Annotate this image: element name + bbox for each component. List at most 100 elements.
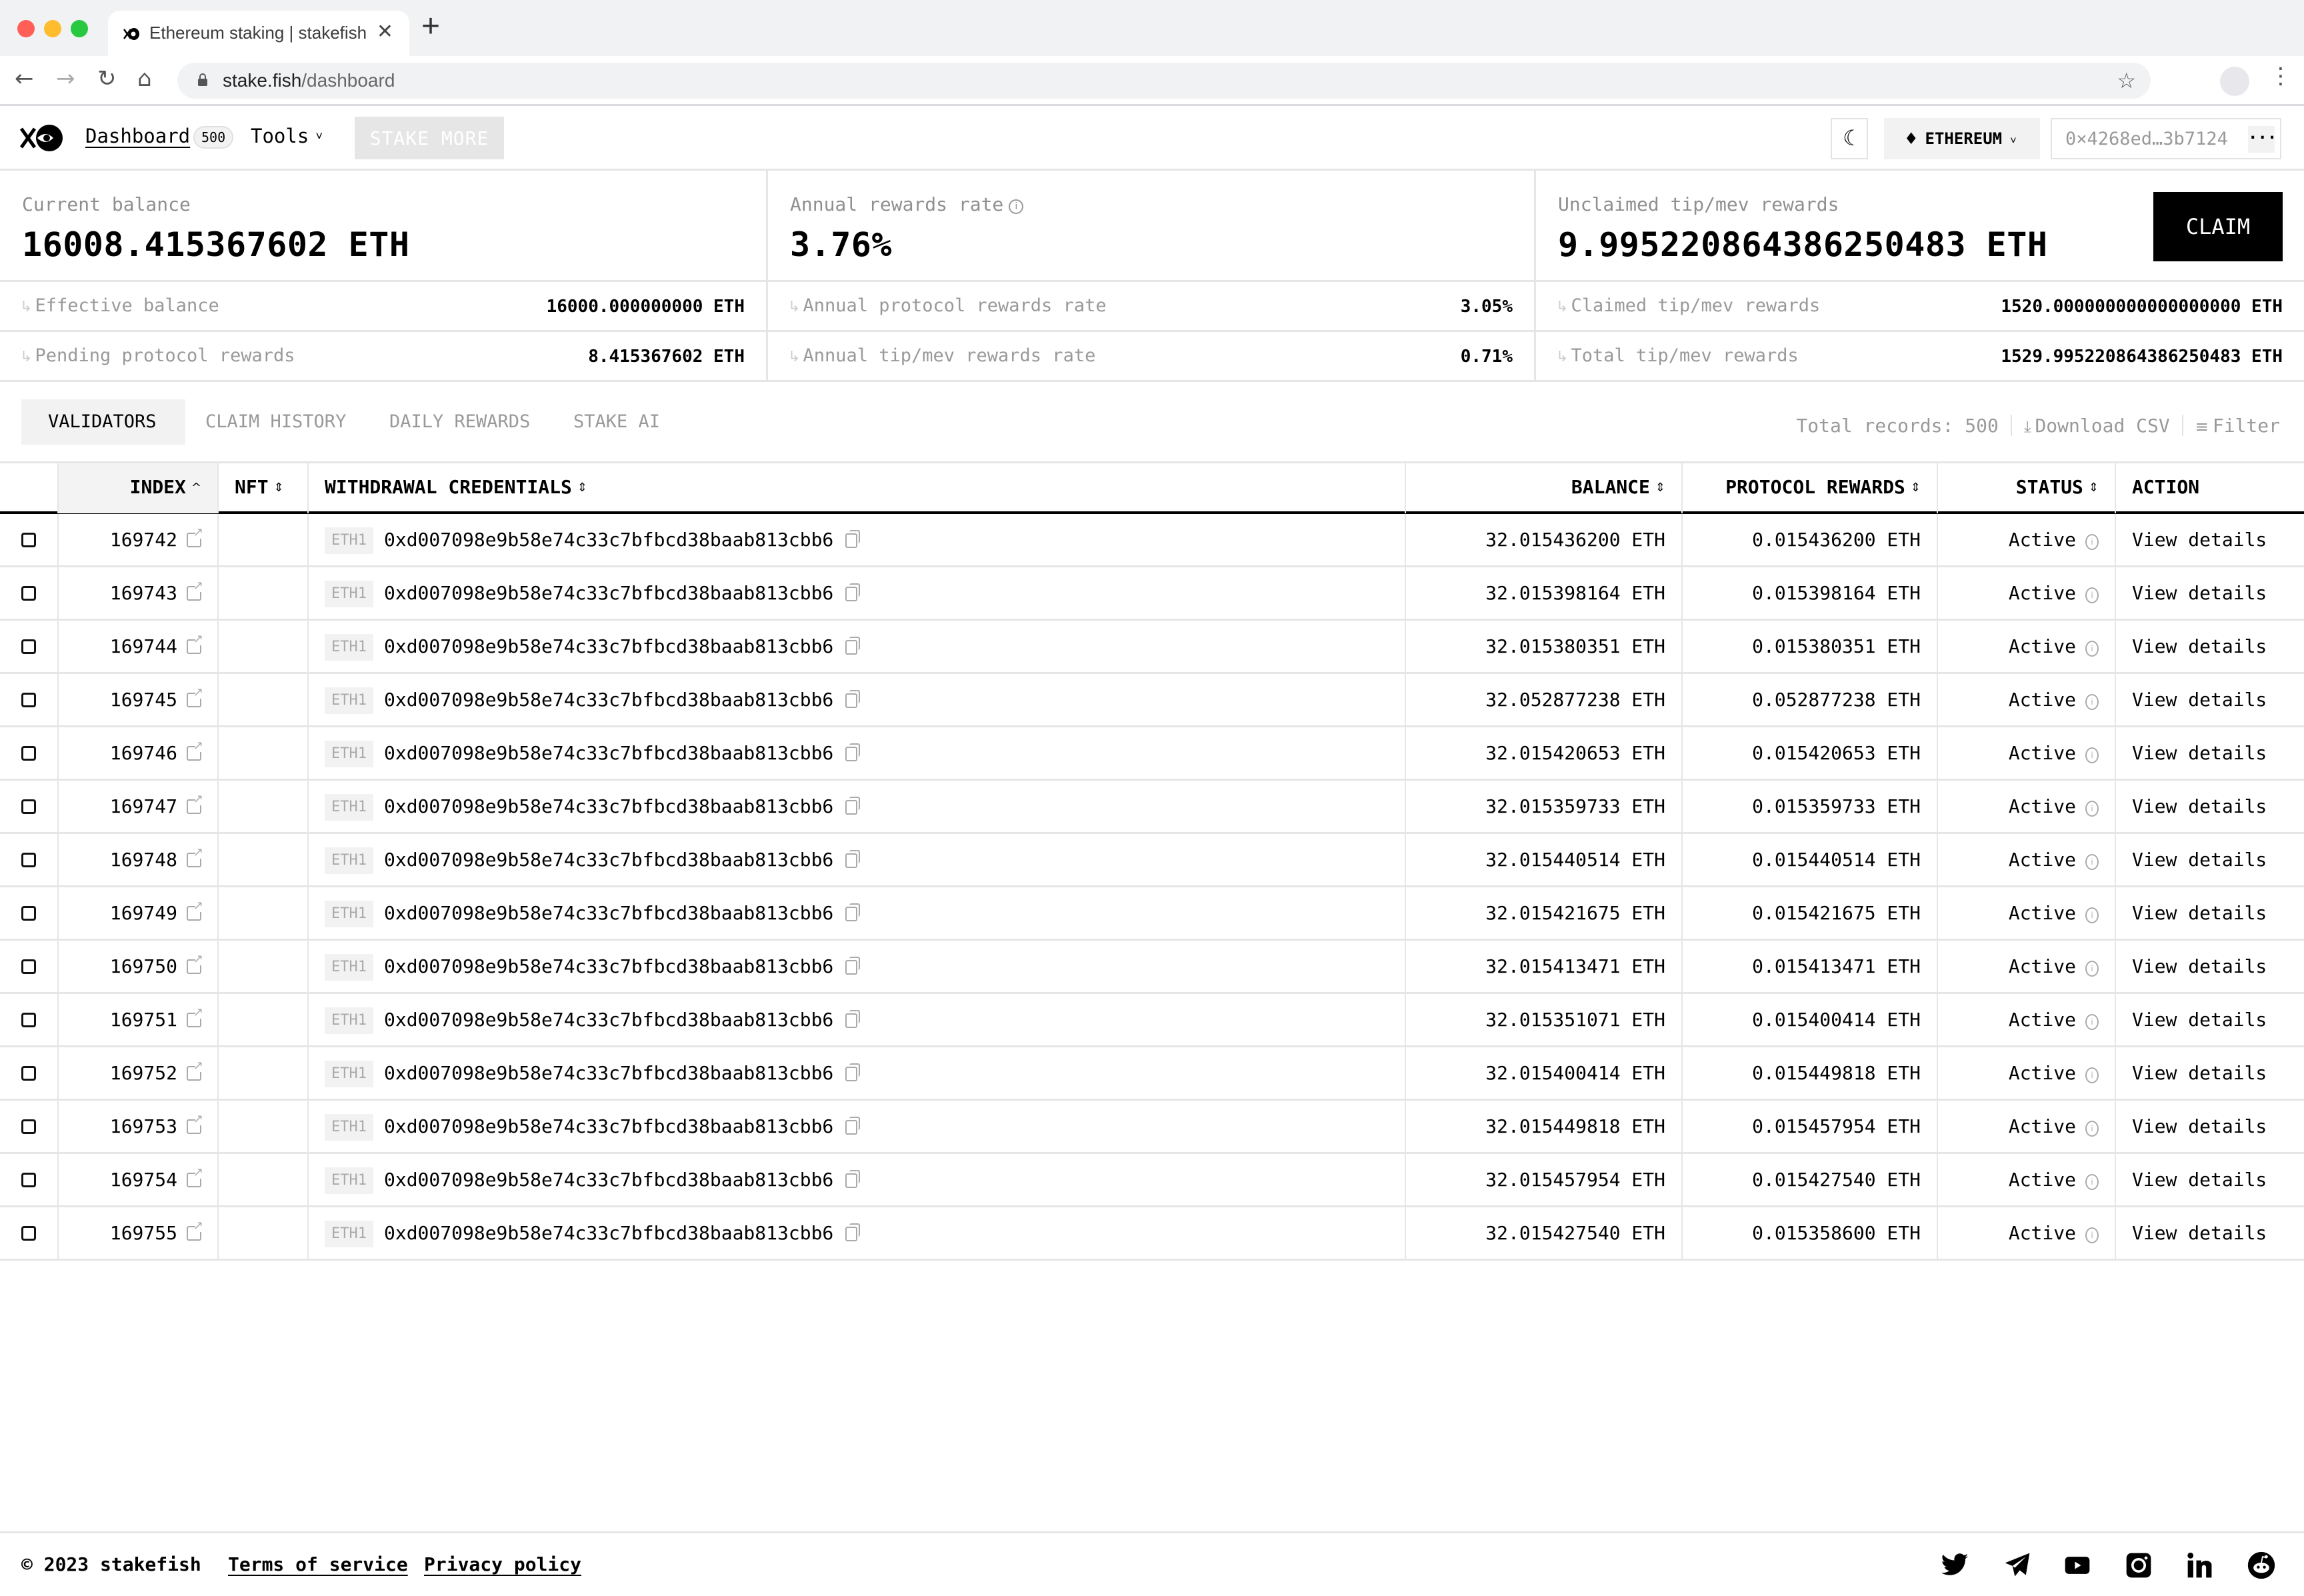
tab-claim-history[interactable]: CLAIM HISTORY (205, 399, 346, 445)
youtube-icon[interactable] (2063, 1551, 2092, 1580)
row-checkbox[interactable] (21, 693, 36, 707)
external-link-icon[interactable] (187, 739, 203, 761)
close-window-button[interactable] (17, 20, 35, 37)
telegram-icon[interactable] (2003, 1551, 2032, 1580)
column-header-balance[interactable]: BALANCE ⇕ (1406, 463, 1683, 513)
copy-icon[interactable] (845, 690, 861, 708)
view-details-link[interactable]: View details (2116, 1169, 2267, 1191)
instagram-icon[interactable] (2124, 1551, 2153, 1580)
column-header-protocol-rewards[interactable]: PROTOCOL REWARDS ⇕ (1683, 463, 1938, 513)
table-row[interactable]: 169749 ETH1 0xd007098e9b58e74c33c7bfbcd38b… (0, 887, 2304, 941)
row-checkbox[interactable] (21, 906, 36, 921)
bookmark-star-icon[interactable]: ☆ (2117, 68, 2136, 93)
info-icon[interactable]: i (2085, 1014, 2099, 1030)
info-icon[interactable]: i (2085, 1227, 2099, 1243)
maximize-window-button[interactable] (71, 20, 88, 37)
row-checkbox[interactable] (21, 799, 36, 814)
view-details-link[interactable]: View details (2116, 529, 2267, 551)
external-link-icon[interactable] (187, 1059, 203, 1081)
info-icon[interactable]: i (2085, 534, 2099, 550)
claim-button[interactable]: CLAIM (2153, 192, 2283, 261)
info-icon[interactable]: i (2085, 907, 2099, 923)
browser-menu-icon[interactable]: ⋮ (2269, 63, 2292, 89)
view-details-link[interactable]: View details (2116, 1009, 2267, 1031)
table-row[interactable]: 169748 ETH1 0xd007098e9b58e74c33c7bfbcd38b… (0, 834, 2304, 887)
info-icon[interactable]: i (2085, 587, 2099, 603)
dark-mode-toggle[interactable]: ☾ (1831, 118, 1868, 159)
row-checkbox[interactable] (21, 746, 36, 761)
external-link-icon[interactable] (187, 1166, 203, 1187)
row-checkbox[interactable] (21, 1226, 36, 1241)
copy-icon[interactable] (845, 1010, 861, 1028)
view-details-link[interactable]: View details (2116, 582, 2267, 604)
view-details-link[interactable]: View details (2116, 635, 2267, 657)
info-icon[interactable]: i (2085, 854, 2099, 870)
copy-icon[interactable] (845, 583, 861, 601)
info-icon[interactable]: i (2085, 1174, 2099, 1190)
external-link-icon[interactable] (187, 1006, 203, 1027)
row-checkbox[interactable] (21, 959, 36, 974)
copy-icon[interactable] (845, 1170, 861, 1188)
more-options-icon[interactable]: ··· (2248, 126, 2277, 153)
nav-tools-dropdown[interactable]: Tools ˅ (251, 125, 323, 147)
copy-icon[interactable] (845, 1223, 861, 1241)
reload-icon[interactable]: ↻ (97, 65, 117, 92)
view-details-link[interactable]: View details (2116, 1115, 2267, 1137)
row-checkbox[interactable] (21, 1066, 36, 1081)
external-link-icon[interactable] (187, 846, 203, 867)
table-row[interactable]: 169754 ETH1 0xd007098e9b58e74c33c7bfbcd38b… (0, 1154, 2304, 1207)
copy-icon[interactable] (845, 1117, 861, 1135)
row-checkbox[interactable] (21, 1173, 36, 1187)
table-row[interactable]: 169752 ETH1 0xd007098e9b58e74c33c7bfbcd38b… (0, 1047, 2304, 1101)
copy-icon[interactable] (845, 637, 861, 655)
external-link-icon[interactable] (187, 526, 203, 547)
row-checkbox[interactable] (21, 853, 36, 867)
copy-icon[interactable] (845, 743, 861, 761)
info-icon[interactable]: i (1009, 199, 1024, 214)
column-header-status[interactable]: STATUS ⇕ (1938, 463, 2116, 513)
view-details-link[interactable]: View details (2116, 902, 2267, 924)
table-row[interactable]: 169742 ETH1 0xd007098e9b58e74c33c7bfbcd38b… (0, 514, 2304, 567)
browser-tab[interactable]: Ethereum staking | stakefish ✕ (108, 11, 409, 57)
url-input[interactable]: stake.fish/dashboard ☆ (177, 63, 2151, 99)
row-checkbox[interactable] (21, 1013, 36, 1027)
view-details-link[interactable]: View details (2116, 1062, 2267, 1084)
info-icon[interactable]: i (2085, 747, 2099, 763)
external-link-icon[interactable] (187, 633, 203, 654)
view-details-link[interactable]: View details (2116, 742, 2267, 764)
info-icon[interactable]: i (2085, 1121, 2099, 1137)
table-row[interactable]: 169753 ETH1 0xd007098e9b58e74c33c7bfbcd38b… (0, 1101, 2304, 1154)
column-header-nft[interactable]: NFT ⇕ (219, 463, 309, 513)
view-details-link[interactable]: View details (2116, 795, 2267, 817)
external-link-icon[interactable] (187, 579, 203, 601)
external-link-icon[interactable] (187, 953, 203, 974)
view-details-link[interactable]: View details (2116, 689, 2267, 711)
external-link-icon[interactable] (187, 899, 203, 921)
info-icon[interactable]: i (2085, 694, 2099, 710)
view-details-link[interactable]: View details (2116, 1222, 2267, 1244)
column-header-credentials[interactable]: WITHDRAWAL CREDENTIALS ⇕ (309, 463, 1406, 513)
row-checkbox[interactable] (21, 639, 36, 654)
nav-dashboard-link[interactable]: Dashboard (85, 125, 190, 147)
column-header-index[interactable]: INDEX ^ (59, 463, 219, 513)
copy-icon[interactable] (845, 903, 861, 921)
table-row[interactable]: 169750 ETH1 0xd007098e9b58e74c33c7bfbcd38b… (0, 941, 2304, 994)
network-selector[interactable]: ♦ ETHEREUM ˅ (1884, 118, 2040, 159)
download-csv-button[interactable]: ⤓ Download CSV (2024, 415, 2170, 437)
copy-icon[interactable] (845, 850, 861, 868)
copy-icon[interactable] (845, 797, 861, 815)
forward-icon[interactable]: → (56, 65, 75, 92)
tab-validators[interactable]: VALIDATORS (21, 399, 185, 445)
copy-icon[interactable] (845, 957, 861, 975)
privacy-policy-link[interactable]: Privacy policy (424, 1553, 581, 1575)
table-row[interactable]: 169744 ETH1 0xd007098e9b58e74c33c7bfbcd38b… (0, 621, 2304, 674)
tab-stake-ai[interactable]: STAKE AI (573, 399, 660, 445)
profile-avatar[interactable] (2220, 67, 2249, 96)
back-icon[interactable]: ← (15, 65, 34, 92)
table-row[interactable]: 169743 ETH1 0xd007098e9b58e74c33c7bfbcd38b… (0, 567, 2304, 621)
external-link-icon[interactable] (187, 1113, 203, 1134)
home-icon[interactable]: ⌂ (137, 65, 152, 92)
stakefish-logo[interactable] (20, 123, 65, 153)
table-row[interactable]: 169745 ETH1 0xd007098e9b58e74c33c7bfbcd38b… (0, 674, 2304, 727)
info-icon[interactable]: i (2085, 1067, 2099, 1083)
